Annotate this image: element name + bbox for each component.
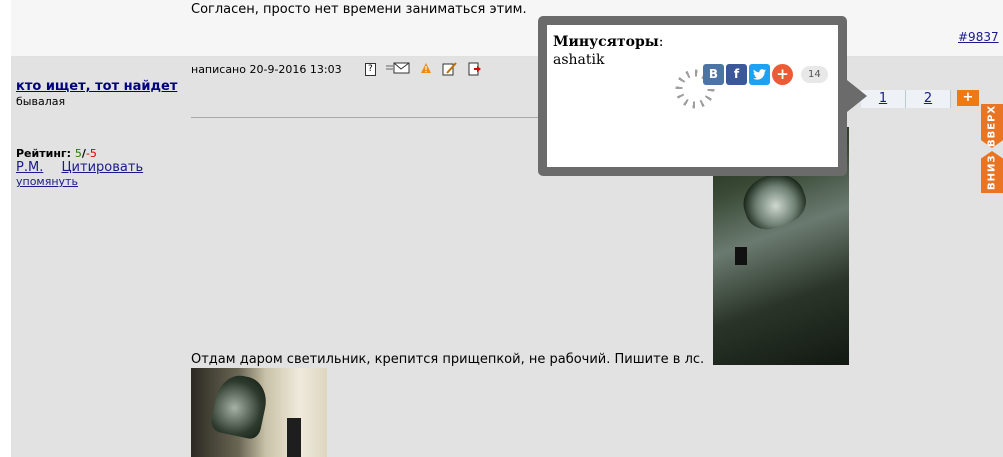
goto-icon[interactable] [468, 62, 484, 76]
warning-icon[interactable] [420, 62, 432, 76]
author-rating: Рейтинг: 5/-5 [16, 147, 97, 160]
edit-icon[interactable] [442, 62, 458, 76]
rating-negative: -5 [85, 147, 97, 160]
share-buttons: В f + 14 [703, 64, 828, 85]
page-2-link[interactable]: 2 [906, 90, 951, 108]
rating-label: Рейтинг: [16, 147, 72, 160]
plug-shape [735, 247, 747, 265]
post-toolbar: ? [365, 61, 484, 77]
scroll-up-button[interactable]: ВВЕРХ [981, 104, 1003, 148]
twitter-share-button[interactable] [749, 64, 770, 85]
popup-title-colon: : [658, 34, 664, 50]
previous-post-number-link[interactable]: #9837 [958, 30, 999, 44]
quote-link[interactable]: Цитировать [61, 160, 143, 175]
profile-card-icon[interactable]: ? [365, 62, 376, 76]
popup-title: Минусяторы: [553, 34, 664, 50]
raters-popup: Минусяторы: ashatik В f + 14 [538, 16, 847, 176]
envelope-icon[interactable] [385, 62, 410, 76]
raters-popup-body: Минусяторы: ashatik В f + 14 [547, 25, 838, 167]
more-pages-button[interactable]: + [957, 90, 979, 106]
author-links: Р.М. Цитировать [16, 160, 157, 175]
clip-shape [287, 418, 301, 457]
previous-post-text: Согласен, просто нет времени заниматься … [191, 2, 527, 17]
previous-post: Согласен, просто нет времени заниматься … [11, 0, 1003, 57]
share-count: 14 [801, 66, 828, 83]
scroll-down-button[interactable]: ВНИЗ [981, 151, 1003, 193]
post-date: написано 20-9-2016 13:03 [191, 63, 342, 76]
rating-positive: 5 [74, 147, 82, 160]
popup-pointer [847, 80, 867, 112]
lamp-photo-small[interactable] [191, 368, 327, 457]
lampshade-shape [735, 165, 813, 237]
page-1-link[interactable]: 1 [861, 90, 906, 108]
popup-title-text: Минусяторы [553, 34, 659, 50]
mention-link[interactable]: упомянуть [16, 175, 78, 188]
pagination: 1 2 + [861, 90, 979, 108]
facebook-share-button[interactable]: f [726, 64, 747, 85]
author-name-link[interactable]: кто ищет, тот найдет [16, 79, 177, 94]
author-status: бывалая [16, 95, 66, 108]
lampshade-shape-small [209, 371, 271, 441]
popup-user: ashatik [553, 52, 605, 68]
twitter-bird-icon [753, 69, 766, 80]
post-text: Отдам даром светильник, крепится прищепк… [191, 352, 705, 367]
forum-post: кто ищет, тот найдет бывалая Рейтинг: 5/… [11, 57, 1003, 457]
private-message-link[interactable]: Р.М. [16, 160, 43, 175]
vk-share-button[interactable]: В [703, 64, 724, 85]
more-share-button[interactable]: + [772, 64, 793, 85]
